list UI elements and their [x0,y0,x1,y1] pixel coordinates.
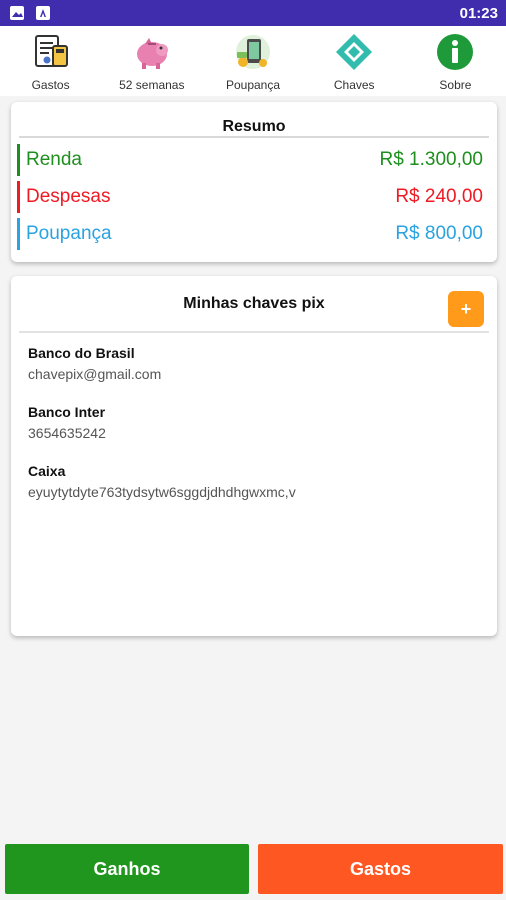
status-bar: 01:23 [0,0,506,26]
ganhos-button[interactable]: Ganhos [5,844,249,894]
nav-label: Gastos [31,78,70,92]
nav-label: Chaves [333,78,375,92]
poupanca-row: Poupança R$ 800,00 [17,218,483,250]
despesas-value: R$ 240,00 [395,186,483,207]
pix-key: 3654635242 [28,425,106,441]
renda-label: Renda [26,149,82,170]
image-icon [10,6,24,20]
despesas-label: Despesas [26,186,111,207]
poupanca-value: R$ 800,00 [395,223,483,244]
nav-52-semanas[interactable]: 52 semanas [101,26,202,96]
info-icon [435,32,475,72]
despesas-row: Despesas R$ 240,00 [17,181,483,213]
nav-label: Sobre [439,78,472,92]
nav-poupanca[interactable]: Poupança [202,26,303,96]
nav-sobre[interactable]: Sobre [405,26,506,96]
list-item[interactable]: Caixa eyuytytdyte763tydsytw6sggdjdhdhgwx… [28,463,480,500]
pix-bank: Caixa [28,463,66,479]
resumo-title: Resumo [19,102,489,138]
pix-title: Minhas chaves pix [183,294,325,312]
list-item[interactable]: Banco Inter 3654635242 [28,404,480,441]
pix-icon [334,32,374,72]
pix-list: Banco do Brasil chavepix@gmail.com Banco… [11,333,497,500]
nav-chaves[interactable]: Chaves [304,26,405,96]
resumo-card: Resumo Renda R$ 1.300,00 Despesas R$ 240… [11,102,497,262]
pix-bank: Banco do Brasil [28,345,135,361]
poupanca-label: Poupança [26,223,112,244]
nav-label: Poupança [225,78,281,92]
pix-card: Minhas chaves pix + Banco do Brasil chav… [11,276,497,636]
pix-header: Minhas chaves pix + [19,276,489,333]
pix-bank: Banco Inter [28,404,106,420]
piggy-bank-icon [132,32,172,72]
pix-key: chavepix@gmail.com [28,366,162,382]
savings-phone-icon [233,32,273,72]
renda-row: Renda R$ 1.300,00 [17,144,483,176]
receipt-icon [31,32,71,72]
font-icon [36,6,50,20]
status-time: 01:23 [459,4,498,22]
nav-gastos[interactable]: Gastos [0,26,101,96]
gastos-button[interactable]: Gastos [258,844,503,894]
nav-label: 52 semanas [119,78,185,92]
list-item[interactable]: Banco do Brasil chavepix@gmail.com [28,345,480,382]
renda-value: R$ 1.300,00 [379,149,483,170]
top-nav: Gastos 52 semanas Poupança Chaves Sobre [0,26,506,96]
pix-key: eyuytytdyte763tydsytw6sggdjdhdhgwxmc,v [28,484,296,500]
add-key-button[interactable]: + [448,291,484,327]
